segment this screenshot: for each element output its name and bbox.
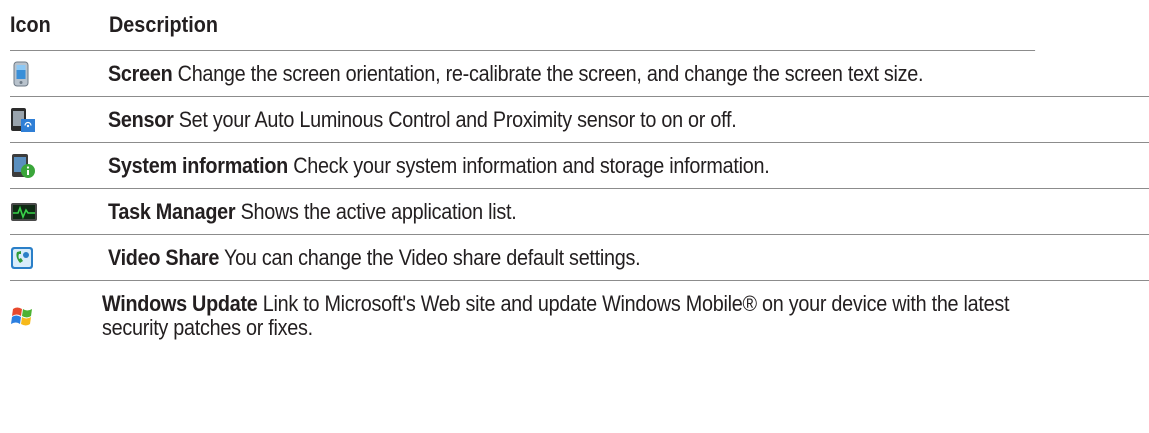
setting-description: You can change the Video share default s… xyxy=(224,244,641,270)
system-information-icon xyxy=(12,153,35,178)
video-share-icon xyxy=(11,246,33,269)
table-header: Icon Description xyxy=(10,0,1036,51)
table-row: Windows Update Link to Microsoft's Web s… xyxy=(10,281,1149,351)
setting-name: Video Share xyxy=(108,244,220,270)
setting-name: Task Manager xyxy=(108,198,236,224)
setting-description: Shows the active application list. xyxy=(240,198,517,224)
setting-description: Change the screen orientation, re-calibr… xyxy=(177,60,924,86)
table-row: Task Manager Shows the active applicatio… xyxy=(10,189,1149,235)
setting-description: Check your system information and storag… xyxy=(293,152,770,178)
settings-icon-table: Icon Description Screen Change the scree… xyxy=(10,0,1149,351)
sensor-icon xyxy=(11,107,35,132)
windows-update-icon xyxy=(11,307,32,326)
setting-name: Sensor xyxy=(108,106,174,132)
table-row: Sensor Set your Auto Luminous Control an… xyxy=(10,97,1149,143)
setting-name: Screen xyxy=(108,60,173,86)
table-row: Video Share You can change the Video sha… xyxy=(10,235,1149,281)
setting-name: Windows Update xyxy=(101,291,258,316)
setting-description: Set your Auto Luminous Control and Proxi… xyxy=(178,106,737,132)
table-row: System information Check your system inf… xyxy=(10,143,1149,189)
screen-icon xyxy=(13,61,29,86)
setting-name: System information xyxy=(108,152,288,178)
description-column-header: Description xyxy=(109,12,218,37)
task-manager-icon xyxy=(11,202,37,221)
table-row: Screen Change the screen orientation, re… xyxy=(10,51,1149,97)
icon-column-header: Icon xyxy=(10,12,51,37)
